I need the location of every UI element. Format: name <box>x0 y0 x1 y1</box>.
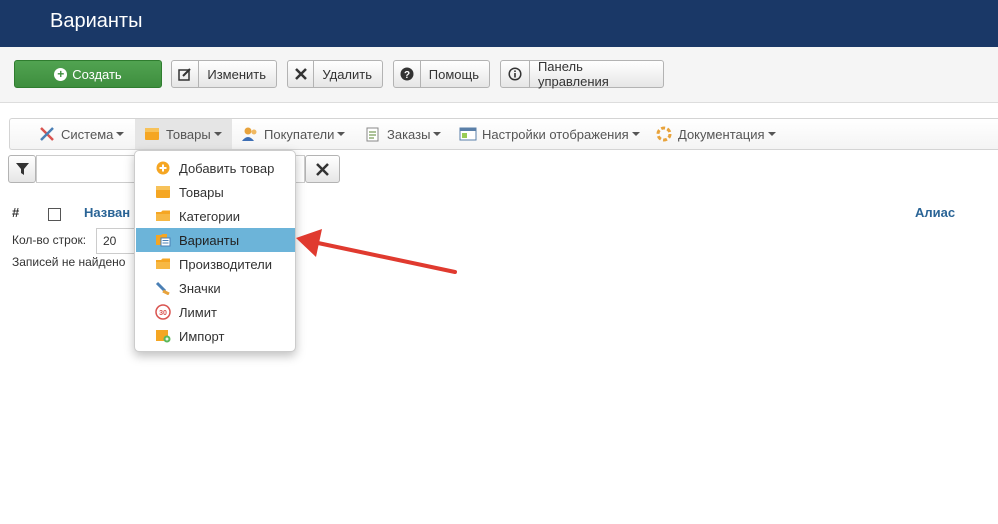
delete-button[interactable]: Удалить <box>287 60 383 88</box>
dropdown-item-label: Товары <box>179 184 224 200</box>
help-button-label: Помощь <box>428 66 479 82</box>
menu-system[interactable]: Система <box>38 119 125 149</box>
dropdown-item-label: Категории <box>179 208 240 224</box>
dropdown-item-label: Варианты <box>179 232 240 248</box>
search-input-end[interactable] <box>295 155 305 183</box>
empty-message: Записей не найдено <box>12 255 126 269</box>
products-dropdown-menu: Добавить товар Товары Категории Варианты… <box>134 150 296 352</box>
select-all-checkbox[interactable] <box>48 208 61 221</box>
folder-icon <box>155 208 171 224</box>
page-title: Варианты <box>50 10 143 32</box>
menu-documentation[interactable]: Документация <box>655 119 776 149</box>
limit-icon: 30 <box>155 304 171 320</box>
box-icon <box>155 184 171 200</box>
dropdown-item-label: Лимит <box>179 304 217 320</box>
display-settings-icon <box>459 127 477 141</box>
folder-icon <box>155 256 171 272</box>
add-circle-icon <box>155 160 171 176</box>
close-icon <box>316 162 329 176</box>
close-icon <box>288 61 315 87</box>
dropdown-item-limit[interactable]: 30 Лимит <box>136 300 295 324</box>
edit-icon <box>172 61 200 87</box>
menu-documentation-label: Документация <box>678 126 765 142</box>
question-icon: ? <box>394 61 421 87</box>
filter-button[interactable] <box>8 155 36 183</box>
control-panel-button[interactable]: Панель управления <box>500 59 664 89</box>
chevron-down-icon <box>631 132 640 136</box>
dropdown-item-variants[interactable]: Варианты <box>136 228 295 252</box>
rows-count-label: Кол-во строк: <box>12 233 87 247</box>
menu-orders-label: Заказы <box>387 126 431 142</box>
main-menu: Система Товары Покупатели Заказы Настрой… <box>9 118 998 150</box>
svg-text:?: ? <box>404 70 410 81</box>
create-button-label: Создать <box>72 66 122 82</box>
dropdown-item-label: Производители <box>179 256 273 272</box>
menu-display-settings[interactable]: Настройки отображения <box>459 119 640 149</box>
chevron-down-icon <box>337 132 346 136</box>
svg-text:30: 30 <box>159 310 167 317</box>
menu-products-label: Товары <box>166 126 211 142</box>
edit-button-label: Изменить <box>207 66 266 82</box>
box-icon <box>145 128 159 140</box>
control-panel-button-label: Панель управления <box>537 59 609 89</box>
orders-icon <box>366 127 379 142</box>
info-icon <box>501 61 530 87</box>
page-header: Варианты <box>0 0 998 47</box>
menu-system-label: Система <box>61 126 114 142</box>
dropdown-item-label: Добавить товар <box>179 160 275 176</box>
edit-button[interactable]: Изменить <box>171 60 277 88</box>
menu-customers-label: Покупатели <box>264 126 335 142</box>
lifebuoy-icon <box>656 126 672 142</box>
dropdown-item-add-product[interactable]: Добавить товар <box>136 156 295 180</box>
import-icon <box>155 328 171 344</box>
dropdown-item-label: Значки <box>179 280 221 296</box>
dropdown-item-import[interactable]: Импорт <box>136 324 295 348</box>
menu-customers[interactable]: Покупатели <box>241 119 346 149</box>
badge-icon <box>155 280 171 296</box>
menu-products[interactable]: Товары <box>135 119 232 149</box>
column-number-header: # <box>12 205 20 220</box>
search-input[interactable] <box>36 155 136 183</box>
dropdown-item-badges[interactable]: Значки <box>136 276 295 300</box>
column-name-header[interactable]: Назван <box>84 205 130 220</box>
toolbar: + Создать Изменить Удалить ? Помощь Пане… <box>0 47 998 103</box>
menu-orders[interactable]: Заказы <box>364 119 442 149</box>
chevron-down-icon <box>433 132 442 136</box>
dropdown-item-categories[interactable]: Категории <box>136 204 295 228</box>
dropdown-item-products[interactable]: Товары <box>136 180 295 204</box>
plus-icon: + <box>54 67 68 81</box>
dropdown-item-label: Импорт <box>179 328 225 344</box>
chevron-down-icon <box>767 132 776 136</box>
tools-icon <box>40 127 54 141</box>
dropdown-item-manufacturers[interactable]: Производители <box>136 252 295 276</box>
variants-icon <box>155 232 171 248</box>
help-button[interactable]: ? Помощь <box>393 60 490 88</box>
column-alias-header[interactable]: Алиас <box>915 205 955 220</box>
chevron-down-icon <box>116 132 125 136</box>
create-button[interactable]: + Создать <box>14 60 162 88</box>
filter-icon <box>15 162 29 175</box>
delete-button-label: Удалить <box>322 66 372 82</box>
menu-display-settings-label: Настройки отображения <box>482 126 629 142</box>
clear-filter-button[interactable] <box>305 155 340 183</box>
chevron-down-icon <box>213 132 222 136</box>
users-icon <box>242 127 257 141</box>
